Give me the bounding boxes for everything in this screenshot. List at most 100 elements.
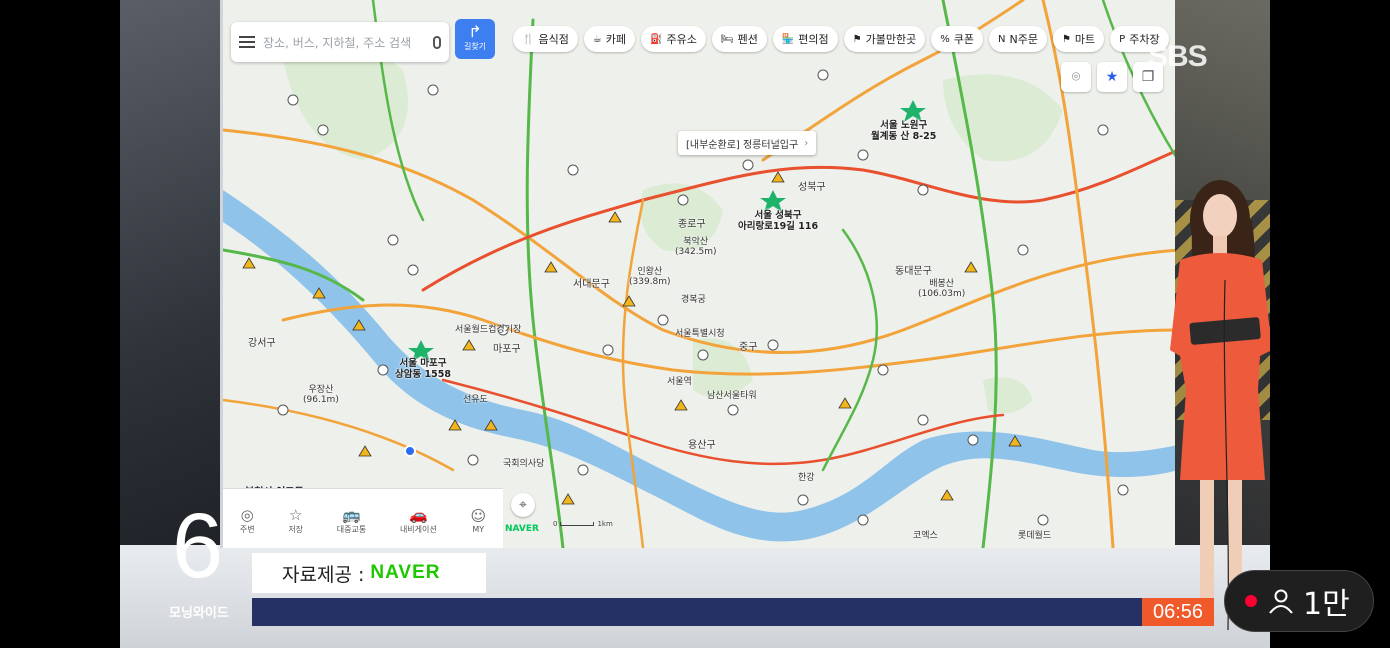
cctv-marker [602,344,614,356]
district-dongdaemun: 동대문구 [895,266,932,277]
live-dot-icon [1245,595,1257,607]
landmark-gyeongbokgung: 경복궁 [681,295,706,305]
chip-gas-station[interactable]: ⛽ 주유소 [641,26,706,52]
studio-backdrop-left [120,0,220,560]
district-mapo: 마포구 [493,344,521,355]
district-gangseo: 강서구 [248,338,276,349]
cctv-marker [277,404,289,416]
news-ticker-bar [252,598,1142,626]
broadcast-clock: 06:56 [1142,598,1214,626]
chip-label: 음식점 [538,33,569,46]
chip-label: 마트 [1074,33,1096,46]
coupon-icon: % [940,33,950,45]
district-jongno: 종로구 [678,219,706,230]
chip-convenience-store[interactable]: 🏪 편의점 [772,26,838,52]
anchor-neck [1213,236,1227,254]
cafe-icon: ☕ [592,33,602,45]
chip-n-order[interactable]: N N주문 [989,26,1047,52]
cctv-marker [427,84,439,96]
nearby-pin-icon: ◎ [240,506,254,524]
chip-restaurant[interactable]: 🍴 음식점 [513,26,578,52]
cctv-marker [467,454,479,466]
cctv-marker [287,94,299,106]
chip-coupon[interactable]: % 쿠폰 [931,26,983,52]
cctv-marker [317,124,329,136]
place-nowon[interactable]: 서울 노원구 월계동 산 8-25 [871,120,936,142]
bottom-navigation: ◎ 주변 ☆ 저장 🚌 대중교통 🚗 내비게이션 ☺ MY [223,488,503,548]
chip-label: 펜션 [737,33,758,46]
live-viewer-count[interactable]: 1만 [1224,570,1374,632]
cctv-marker [917,184,929,196]
hamburger-menu-icon[interactable] [239,36,255,48]
chip-label: N주문 [1009,33,1038,46]
naver-map-logo: NAVER [505,524,539,534]
map-display-screen: 장소, 버스, 지하철, 주소 검색 ↱ 길찾기 🍴 음식점 ☕ 카페 ⛽ 주유소 🛏… [220,0,1175,548]
nav-my[interactable]: ☺ MY [470,507,486,534]
location-pin-button[interactable]: ⌾ [1061,62,1091,92]
chevron-right-icon: › [804,137,809,149]
cctv-marker [407,264,419,276]
map-topbar: 장소, 버스, 지하철, 주소 검색 ↱ 길찾기 🍴 음식점 ☕ 카페 ⛽ 주유소 🛏… [223,14,1175,62]
chip-label: 편의점 [798,33,829,46]
nav-transit[interactable]: 🚌 대중교통 [337,506,366,535]
show-name: 모닝와이드 [169,606,229,621]
chip-label: 쿠폰 [953,33,974,46]
cctv-marker [1017,244,1029,256]
nav-label: 주변 [239,525,255,534]
locate-me-button[interactable]: ⌖ [511,493,535,517]
current-location-dot [404,445,416,457]
gas-station-icon: ⛽ [650,33,663,45]
nav-label: 저장 [288,525,304,534]
place-ujangsan: 우장산 (96.1m) [303,385,339,405]
cctv-marker [797,494,809,506]
nav-label: 대중교통 [336,525,367,534]
favorites-button[interactable]: ★ [1097,62,1127,92]
sbs-logo: SBS [1148,40,1208,73]
scale-start: 0 [553,520,558,528]
cctv-marker [1117,484,1129,496]
nav-navigation[interactable]: 🚗 내비게이션 [400,506,437,535]
place-bugaksan: 북악산 (342.5m) [675,237,717,257]
chip-cafe[interactable]: ☕ 카페 [583,26,636,52]
place-seongbuk[interactable]: 서울 성북구 아리랑로19길 116 [738,210,818,232]
bed-icon: 🛏 [720,33,734,45]
cctv-marker [1037,514,1049,526]
car-icon: 🚗 [409,506,428,524]
cctv-marker [677,194,689,206]
cctv-marker [817,69,829,81]
anchor-dress [1170,253,1270,480]
cctv-marker [1097,124,1109,136]
cctv-marker [387,234,399,246]
cctv-marker [857,514,869,526]
road-callout[interactable]: [내부순환로] 정릉터널입구 › [678,131,817,155]
chip-mart[interactable]: ⚑ 마트 [1052,26,1105,52]
nav-nearby[interactable]: ◎ 주변 [240,506,255,535]
star-icon: ★ [1105,69,1119,85]
nav-saved[interactable]: ☆ 저장 [288,506,303,535]
landmark-city-hall: 서울특별시청 [675,329,725,339]
directions-button[interactable]: ↱ 길찾기 [455,19,495,59]
bus-icon: 🚌 [342,506,361,524]
cctv-marker [657,314,669,326]
cctv-marker [727,404,739,416]
person-icon [1269,589,1293,614]
anchor-face [1203,194,1237,238]
n-order-icon: N [998,33,1006,45]
landmark-seonyudo: 선유도 [463,395,488,405]
viewer-count: 1만 [1303,587,1350,622]
landmark-national-assembly: 국회의사당 [503,459,545,469]
store-icon: 🏪 [781,33,795,45]
district-jung: 중구 [739,342,758,353]
map-scale: 0 1km [553,520,613,528]
cctv-marker [877,364,889,376]
district-yongsan: 용산구 [688,440,716,451]
chip-label: 가볼만한곳 [865,33,917,46]
chip-pension[interactable]: 🛏 펜션 [711,26,767,52]
place-mapo[interactable]: 서울 마포구 상암동 1558 [395,358,451,380]
broadcast-video[interactable]: 장소, 버스, 지하철, 주소 검색 ↱ 길찾기 🍴 음식점 ☕ 카페 ⛽ 주유소 🛏… [120,0,1270,648]
cctv-marker [377,364,389,376]
landmark-lotte-world: 롯데월드 [1018,531,1052,541]
microphone-icon[interactable] [433,35,441,49]
chip-attractions[interactable]: ⚑ 가볼만한곳 [843,26,926,52]
search-input[interactable]: 장소, 버스, 지하철, 주소 검색 [231,22,449,62]
